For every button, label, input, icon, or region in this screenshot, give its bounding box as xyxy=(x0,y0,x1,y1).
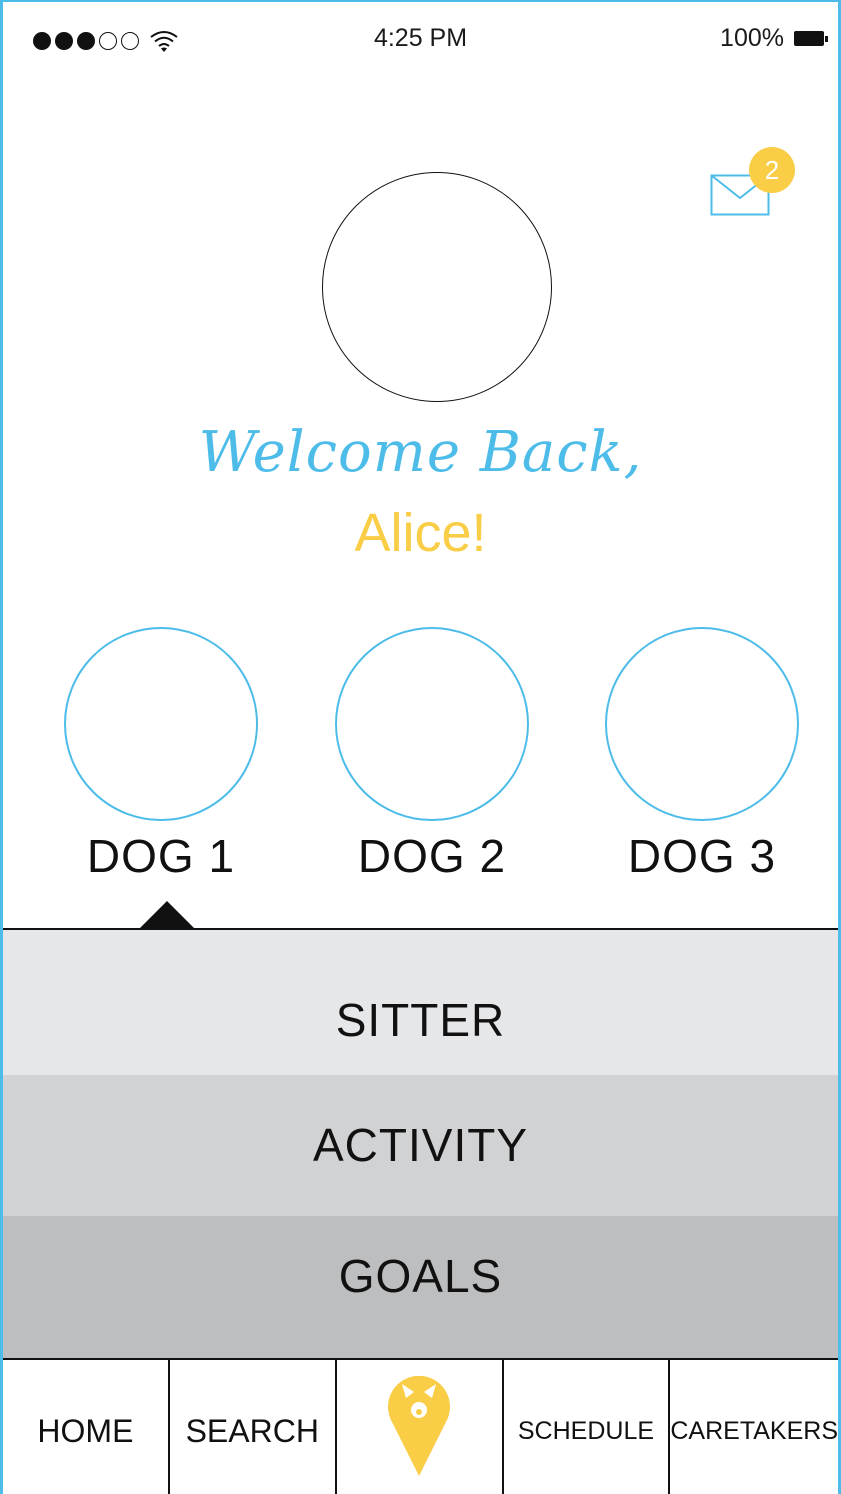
battery-status: 100% xyxy=(720,24,828,53)
sitter-button[interactable]: SITTER xyxy=(3,930,838,1075)
dog-label: DOG 1 xyxy=(86,830,236,882)
tab-home[interactable]: HOME xyxy=(3,1360,170,1494)
battery-icon xyxy=(794,31,828,46)
user-name: Alice! xyxy=(354,503,487,563)
welcome-heading: Welcome Back, xyxy=(198,420,643,485)
status-time: 4:25 PM xyxy=(373,24,468,52)
tab-caretakers[interactable]: CARETAKERS xyxy=(670,1360,838,1494)
dog-card-2[interactable]: DOG 2 xyxy=(334,627,530,883)
dog-card-3[interactable]: DOG 3 xyxy=(604,627,800,883)
notification-badge: 2 xyxy=(749,147,795,193)
dog-label: DOG 2 xyxy=(357,830,507,882)
tab-center[interactable] xyxy=(337,1360,504,1494)
dog-label: DOG 3 xyxy=(627,830,777,882)
goals-button[interactable]: GOALS xyxy=(3,1216,838,1358)
tab-schedule[interactable]: SCHEDULE xyxy=(504,1360,671,1494)
dog-card-1[interactable]: DOG 1 xyxy=(63,627,259,883)
app-screen: 4:25 PM 100% 2 Welcome Back, Alice! DOG … xyxy=(0,0,841,1494)
dog-avatar[interactable] xyxy=(335,627,529,821)
battery-percent: 100% xyxy=(720,24,784,52)
tab-search[interactable]: SEARCH xyxy=(170,1360,337,1494)
activity-button[interactable]: ACTIVITY xyxy=(3,1075,838,1216)
bottom-tab-bar: HOME SEARCH SCHEDULE CARETAKERS xyxy=(3,1358,838,1494)
dog-avatar[interactable] xyxy=(605,627,799,821)
status-bar: 4:25 PM 100% xyxy=(3,2,838,82)
user-avatar[interactable] xyxy=(322,172,552,402)
dog-avatar[interactable] xyxy=(64,627,258,821)
selection-pointer-icon xyxy=(137,901,197,931)
dog-pin-icon xyxy=(388,1376,451,1476)
